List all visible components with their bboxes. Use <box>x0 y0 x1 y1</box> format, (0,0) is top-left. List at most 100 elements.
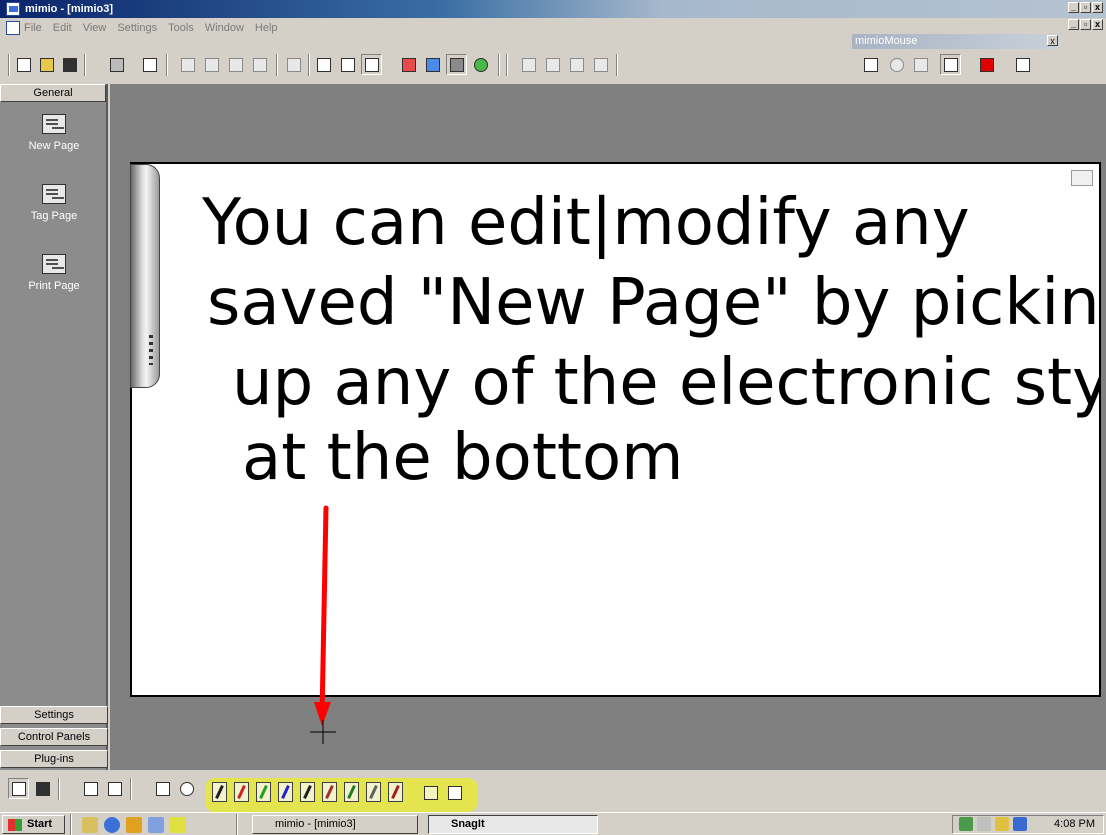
network-icon[interactable] <box>959 817 973 831</box>
quicklaunch-desktop-icon[interactable] <box>82 817 98 833</box>
sidebar-new-page-button[interactable]: New Page <box>0 114 108 152</box>
doc-maximize-icon[interactable]: ▫ <box>1080 19 1091 30</box>
title-bar: mimio - [mimio3] _ ▫ x <box>0 0 1106 18</box>
sidebar-bottom-tabs: Settings Control Panels Plug-ins <box>0 706 108 768</box>
close-icon[interactable]: x <box>1092 2 1103 13</box>
mimio-app-icon[interactable] <box>6 2 20 16</box>
red-arrow-annotation <box>310 505 336 744</box>
taskbar: Start mimio - [mimio3] SnagIt 4:08 PM <box>0 812 1106 835</box>
system-tray: 4:08 PM <box>952 815 1104 834</box>
document-icon[interactable] <box>6 21 20 35</box>
mimio-tray-icon[interactable] <box>1013 817 1027 831</box>
rectangle-tool-icon[interactable] <box>910 54 931 75</box>
sidebar-tag-page-button[interactable]: Tag Page <box>0 184 108 222</box>
menu-file[interactable]: File <box>24 22 42 34</box>
new-page-icon <box>42 114 66 134</box>
first-page-icon[interactable] <box>518 54 539 75</box>
minimize-icon[interactable]: _ <box>1068 2 1079 13</box>
internet-explorer-icon[interactable] <box>104 817 120 833</box>
menu-settings[interactable]: Settings <box>117 22 157 34</box>
sidebar-print-page-button[interactable]: Print Page <box>0 254 108 292</box>
menu-window[interactable]: Window <box>205 22 244 34</box>
sidebar-tab-general[interactable]: General <box>0 84 106 102</box>
sidebar-tab-plug-ins[interactable]: Plug-ins <box>0 750 108 768</box>
pointer-icon[interactable] <box>860 54 881 75</box>
sidebar-tab-control-panels[interactable]: Control Panels <box>0 728 108 746</box>
menu-view[interactable]: View <box>83 22 107 34</box>
copy-icon[interactable] <box>201 54 222 75</box>
paste-icon[interactable] <box>225 54 246 75</box>
main-toolbar <box>0 50 850 84</box>
menu-edit[interactable]: Edit <box>53 22 72 34</box>
select-tool-icon[interactable] <box>152 778 173 799</box>
outlook-icon[interactable] <box>148 817 164 833</box>
edit-pen-icon[interactable] <box>283 54 304 75</box>
task-snagit-label: SnagIt <box>451 818 485 830</box>
sidebar-new-page-label: New Page <box>28 140 80 152</box>
highlighter-icon[interactable] <box>420 782 441 803</box>
stylus-pen-8[interactable] <box>366 782 381 802</box>
doc-close-icon[interactable]: x <box>1092 19 1103 30</box>
stylus-pen-7[interactable] <box>344 782 359 802</box>
tools-palette-icon[interactable] <box>398 54 419 75</box>
task-mimio[interactable]: mimio - [mimio3] <box>252 815 418 834</box>
zoom-in-icon[interactable] <box>313 54 334 75</box>
mouse-options-icon[interactable] <box>1012 54 1033 75</box>
stylus-pen-4[interactable] <box>278 782 293 802</box>
pencil-app-icon[interactable] <box>170 817 186 833</box>
print-icon[interactable] <box>106 54 127 75</box>
image-icon[interactable] <box>422 54 443 75</box>
delete-icon[interactable] <box>249 54 270 75</box>
mimiomouse-titlebar: mimioMouse x <box>852 34 1060 49</box>
stylus-pen-2[interactable] <box>234 782 249 802</box>
doc-minimize-icon[interactable]: _ <box>1068 19 1079 30</box>
menu-items: File Edit View Settings Tools Window Hel… <box>24 22 278 34</box>
screen-capture-icon[interactable] <box>446 54 467 75</box>
color-picker-icon[interactable] <box>976 54 997 75</box>
bottom-tool-strip <box>0 770 1106 812</box>
workspace: You can edit|modify any saved "New Page"… <box>110 84 1106 770</box>
sidebar: General New Page Tag Page Print Page Set… <box>0 84 108 770</box>
clock: 4:08 PM <box>1054 818 1095 830</box>
open-folder-icon[interactable] <box>36 54 57 75</box>
start-button[interactable]: Start <box>2 815 65 834</box>
view-save-icon[interactable] <box>32 778 53 799</box>
task-mimio-label: mimio - [mimio3] <box>275 818 356 830</box>
view-single-page-icon[interactable] <box>8 778 29 799</box>
view-thumbnails-icon[interactable] <box>80 778 101 799</box>
view-fullscreen-icon[interactable] <box>104 778 125 799</box>
lasso-tool-icon[interactable] <box>176 778 197 799</box>
stylus-pen-6[interactable] <box>322 782 337 802</box>
task-snagit[interactable]: SnagIt <box>428 815 598 834</box>
cut-icon[interactable] <box>177 54 198 75</box>
globe-icon[interactable] <box>470 54 491 75</box>
tag-page-icon <box>42 184 66 204</box>
menu-help[interactable]: Help <box>255 22 278 34</box>
eraser-icon[interactable] <box>444 782 465 803</box>
stylus-pen-5[interactable] <box>300 782 315 802</box>
new-file-icon[interactable] <box>13 54 34 75</box>
printer-icon <box>42 254 66 274</box>
window-title: mimio - [mimio3] <box>25 3 114 15</box>
media-player-icon[interactable] <box>126 817 142 833</box>
maximize-icon[interactable]: ▫ <box>1080 2 1091 13</box>
print-preview-icon[interactable] <box>139 54 160 75</box>
stylus-pen-1[interactable] <box>212 782 227 802</box>
zoom-out-icon[interactable] <box>337 54 358 75</box>
save-icon[interactable] <box>59 54 80 75</box>
ellipse-tool-icon[interactable] <box>886 54 907 75</box>
last-page-icon[interactable] <box>590 54 611 75</box>
zoom-fit-icon[interactable] <box>361 54 382 75</box>
mimio-capture-icon[interactable] <box>995 817 1009 831</box>
stylus-pen-3[interactable] <box>256 782 271 802</box>
mimiomouse-toolbar <box>852 50 1060 84</box>
sidebar-print-page-label: Print Page <box>28 280 80 292</box>
previous-page-icon[interactable] <box>542 54 563 75</box>
line-tool-icon[interactable] <box>940 54 961 75</box>
sidebar-tab-settings[interactable]: Settings <box>0 706 108 724</box>
mimiomouse-close-icon[interactable]: x <box>1047 35 1058 46</box>
stylus-pen-9[interactable] <box>388 782 403 802</box>
next-page-icon[interactable] <box>566 54 587 75</box>
menu-tools[interactable]: Tools <box>168 22 194 34</box>
volume-icon[interactable] <box>977 817 991 831</box>
